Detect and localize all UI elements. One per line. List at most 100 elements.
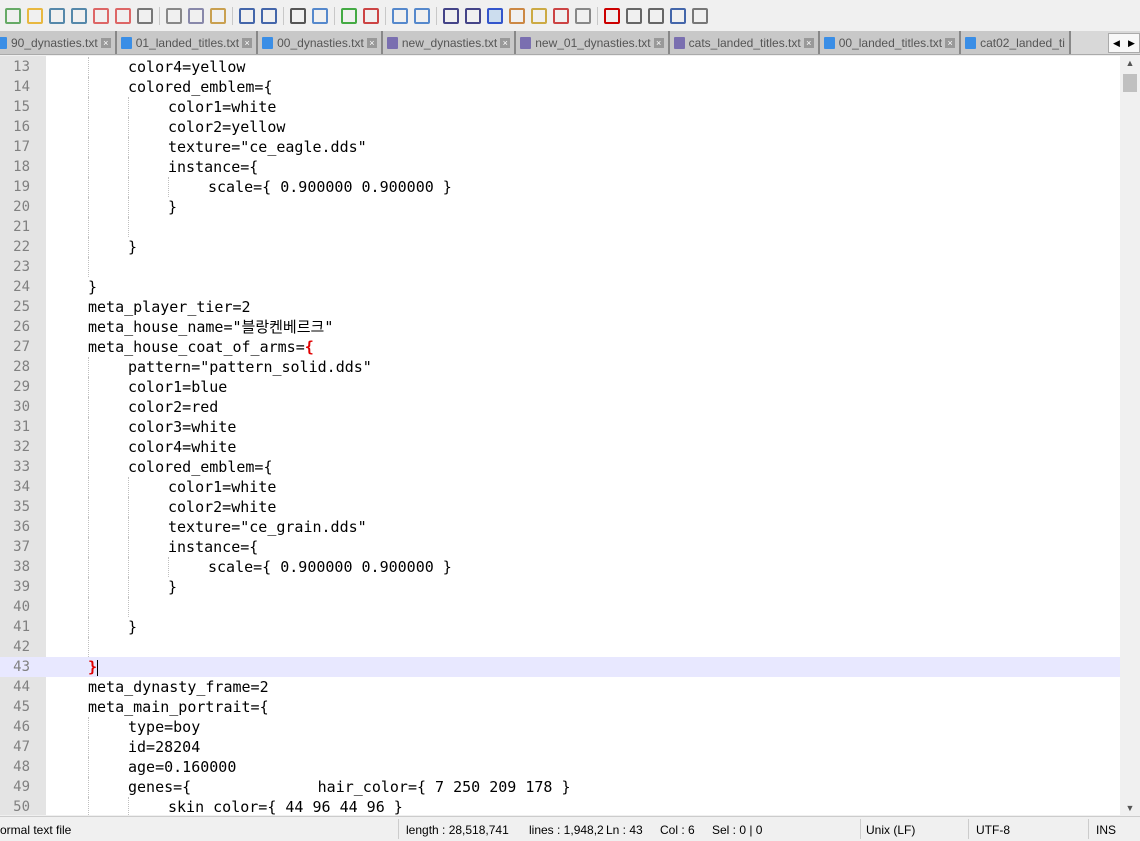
tab-0[interactable]: 90_dynasties.txt × (0, 31, 117, 54)
code-line[interactable]: 49 genes={ hair_color={ 7 250 209 178 } (0, 777, 1120, 797)
save-all-icon[interactable] (71, 7, 87, 24)
close-tab-icon[interactable]: × (366, 37, 377, 48)
sync-vertical-icon[interactable] (392, 7, 408, 24)
tab-scroll-left-icon[interactable]: ◀ (1113, 38, 1120, 49)
code-line[interactable]: 30 color2=red (0, 397, 1120, 417)
code-line[interactable]: 29 color1=blue (0, 377, 1120, 397)
status-eol[interactable]: Unix (LF) (866, 823, 915, 837)
code-line[interactable]: 41} (0, 617, 1120, 637)
indent-guide (88, 257, 89, 277)
code-line[interactable]: 34 color1=white (0, 477, 1120, 497)
code-line[interactable]: 23 (0, 257, 1120, 277)
monitoring-icon[interactable] (575, 7, 591, 24)
tab-scroll-buttons[interactable]: ◀ ▶ (1108, 33, 1140, 53)
code-line[interactable]: 28 pattern="pattern_solid.dds" (0, 357, 1120, 377)
zoom-in-icon[interactable] (341, 7, 357, 24)
record-macro-icon[interactable] (604, 7, 620, 24)
code-line[interactable]: 48 age=0.160000 (0, 757, 1120, 777)
code-line[interactable]: 46 type=boy (0, 717, 1120, 737)
code-line[interactable]: 38 scale={ 0.900000 0.900000 } (0, 557, 1120, 577)
code-line[interactable]: 22} (0, 237, 1120, 257)
code-line[interactable]: 39} (0, 577, 1120, 597)
code-line[interactable]: 27 meta_house_coat_of_arms={ (0, 337, 1120, 357)
code-line[interactable]: 36 texture="ce_grain.dds" (0, 517, 1120, 537)
code-line[interactable]: 37 instance={ (0, 537, 1120, 557)
code-line[interactable]: 47 id=28204 (0, 737, 1120, 757)
save-macro-icon[interactable] (692, 7, 708, 24)
tab-2[interactable]: 00_dynasties.txt × (258, 31, 383, 54)
word-wrap-icon[interactable] (443, 7, 459, 24)
replace-icon[interactable] (312, 7, 328, 24)
status-col: Col : 6 (660, 823, 695, 837)
code-line[interactable]: 50 skin_color={ 44 96 44 96 } (0, 797, 1120, 815)
code-line[interactable]: 18 instance={ (0, 157, 1120, 177)
open-file-icon[interactable] (27, 7, 43, 24)
code-text: genes={ hair_color={ 7 250 209 178 } (128, 777, 571, 797)
save-icon[interactable] (49, 7, 65, 24)
find-icon[interactable] (290, 7, 306, 24)
tab-scroll-right-icon[interactable]: ▶ (1128, 38, 1135, 49)
tab-3[interactable]: new_dynasties.txt × (382, 31, 517, 54)
tab-5[interactable]: cats_landed_titles.txt × (669, 31, 820, 54)
indent-guide-icon[interactable] (487, 7, 503, 24)
code-line[interactable]: 13 color4=yellow (0, 57, 1120, 77)
scroll-down-icon[interactable]: ▼ (1120, 803, 1140, 813)
code-line[interactable]: 42 (0, 637, 1120, 657)
code-line[interactable]: 16 color2=yellow (0, 117, 1120, 137)
code-line[interactable]: 33 colored_emblem={ (0, 457, 1120, 477)
code-line[interactable]: 40 (0, 597, 1120, 617)
close-tab-icon[interactable]: × (242, 37, 253, 48)
code-line[interactable]: 15 color1=white (0, 97, 1120, 117)
code-line[interactable]: 25 meta_player_tier=2 (0, 297, 1120, 317)
redo-icon[interactable] (261, 7, 277, 24)
doc-map-icon[interactable] (509, 7, 525, 24)
code-line[interactable]: 31 color3=white (0, 417, 1120, 437)
show-all-chars-icon[interactable] (465, 7, 481, 24)
new-file-icon[interactable] (5, 7, 21, 24)
cut-icon[interactable] (166, 7, 182, 24)
scroll-up-icon[interactable]: ▲ (1120, 58, 1140, 68)
code-line[interactable]: 24} (0, 277, 1120, 297)
play-macro-icon[interactable] (648, 7, 664, 24)
sync-horizontal-icon[interactable] (414, 7, 430, 24)
tab-7[interactable]: cat02_landed_ti (961, 31, 1071, 54)
code-line[interactable]: 45 meta_main_portrait={ (0, 697, 1120, 717)
close-all-icon[interactable] (115, 7, 131, 24)
vertical-scrollbar[interactable]: ▲ ▼ (1120, 56, 1140, 815)
copy-icon[interactable] (188, 7, 204, 24)
zoom-out-icon[interactable] (363, 7, 379, 24)
close-tab-icon[interactable]: × (100, 37, 111, 48)
paste-icon[interactable] (210, 7, 226, 24)
code-line[interactable]: 20} (0, 197, 1120, 217)
code-line[interactable]: 19 scale={ 0.900000 0.900000 } (0, 177, 1120, 197)
code-text: color3=white (128, 417, 236, 437)
function-list-icon[interactable] (531, 7, 547, 24)
close-tab-icon[interactable]: × (500, 37, 511, 48)
close-tab-icon[interactable]: × (653, 37, 664, 48)
scrollbar-thumb[interactable] (1123, 74, 1137, 92)
code-line[interactable]: 32 color4=white (0, 437, 1120, 457)
print-icon[interactable] (137, 7, 153, 24)
code-line[interactable]: 44 meta_dynasty_frame=2 (0, 677, 1120, 697)
code-line[interactable]: 17 texture="ce_eagle.dds" (0, 137, 1120, 157)
tab-4[interactable]: new_01_dynasties.txt × (516, 31, 670, 54)
line-number: 36 (13, 519, 30, 535)
code-line[interactable]: 43} (0, 657, 1120, 677)
code-line[interactable]: 26 meta_house_name="블랑켄베르크" (0, 317, 1120, 337)
stop-macro-icon[interactable] (626, 7, 642, 24)
code-line[interactable]: 35 color2=white (0, 497, 1120, 517)
tab-1[interactable]: 01_landed_titles.txt × (116, 31, 259, 54)
tab-6[interactable]: 00_landed_titles.txt × (819, 31, 962, 54)
line-number: 15 (13, 99, 30, 115)
run-macro-multiple-icon[interactable] (670, 7, 686, 24)
close-tab-icon[interactable]: × (945, 37, 956, 48)
line-number: 33 (13, 459, 30, 475)
code-line[interactable]: 14 colored_emblem={ (0, 77, 1120, 97)
close-tab-icon[interactable]: × (803, 37, 814, 48)
code-line[interactable]: 21 (0, 217, 1120, 237)
status-encoding[interactable]: UTF-8 (976, 823, 1010, 837)
folder-workspace-icon[interactable] (553, 7, 569, 24)
editor[interactable]: 13 color4=yellow 14 colored_emblem={15 color… (0, 56, 1120, 815)
undo-icon[interactable] (239, 7, 255, 24)
close-icon[interactable] (93, 7, 109, 24)
